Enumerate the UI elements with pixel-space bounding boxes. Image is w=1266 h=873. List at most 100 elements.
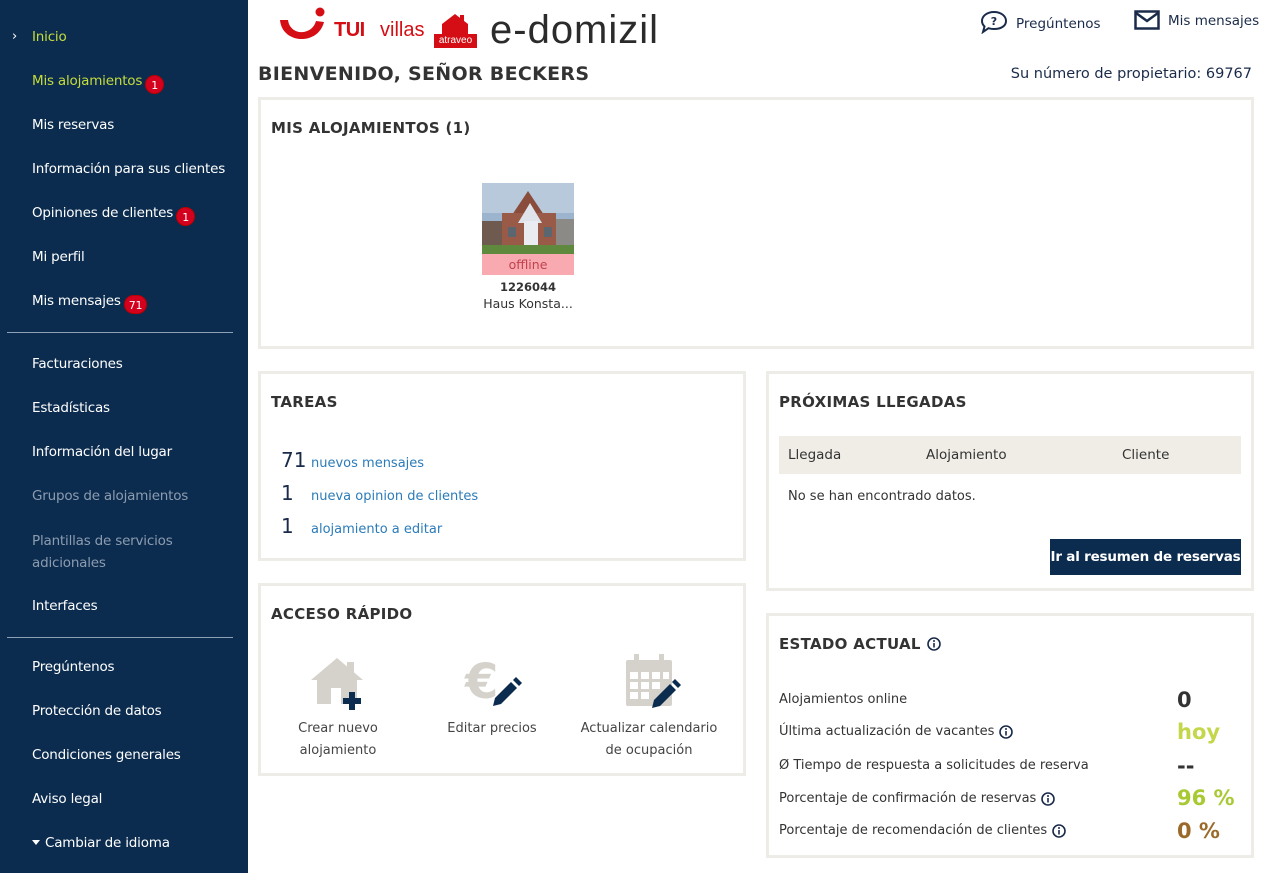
column-header-client: Cliente [1122,447,1170,463]
panel-title-text: ESTADO ACTUAL [779,635,921,653]
sidebar-item-inicio[interactable]: Inicio [32,29,67,45]
edomizil-logo: e-domizil [490,8,660,52]
sidebar-item-label: Aviso legal [32,791,103,807]
sidebar-item-label: Cambiar de idioma [45,835,170,851]
info-icon[interactable] [999,724,1014,739]
current-status-panel: ESTADO ACTUAL Alojamientos online 0 Últi… [766,613,1254,858]
status-row: Porcentaje de recomendación de clientes [779,823,1066,838]
sidebar-item-opiniones[interactable]: Opiniones de clientes 1 [32,205,196,226]
sidebar-item-grupos: Grupos de alojamientos [32,488,188,504]
update-calendar-button[interactable]: Actualizar calendario de ocupación [579,654,719,762]
chevron-right-icon: › [12,29,18,44]
task-row[interactable]: 71 nuevos mensajes [281,448,424,472]
atraveo-house-icon [442,14,468,36]
euro-edit-icon: € [464,654,522,710]
sidebar-item-mi-perfil[interactable]: Mi perfil [32,249,85,265]
panel-title: MIS ALOJAMIENTOS (1) [271,119,471,137]
task-link-edit-accommodation[interactable]: alojamiento a editar [311,522,442,537]
sidebar-item-label: Opiniones de clientes [32,205,174,221]
quick-access-label: Crear nuevo alojamiento [298,721,378,758]
brand-logos: TUI villas atraveo e-domizil [276,6,696,52]
calendar-edit-icon [626,654,681,708]
status-label: Última actualización de vacantes [779,724,995,739]
messages-label: Mis mensajes [1168,13,1260,29]
sidebar: › Inicio Mis alojamientos 1 Mis reservas … [0,0,248,873]
sidebar-divider [7,637,233,638]
sidebar-item-label: Mis reservas [32,117,115,133]
sidebar-item-mis-reservas[interactable]: Mis reservas [32,117,114,133]
sidebar-item-proteccion-datos[interactable]: Protección de datos [32,703,162,719]
info-icon[interactable] [926,637,941,651]
svg-text:?: ? [991,15,997,28]
sidebar-item-preguntenos[interactable]: Pregúntenos [32,659,115,675]
accommodation-id: 1226044 [499,280,556,294]
sidebar-item-label: Información del lugar [32,444,172,460]
tui-logo-text: TUI [334,19,365,41]
caret-down-icon [32,840,40,845]
panel-title: ESTADO ACTUAL [779,635,941,653]
sidebar-item-label: Información para sus clientes [32,161,226,177]
sidebar-item-label: Estadísticas [32,400,110,416]
task-count: 71 [281,448,307,472]
sidebar-item-label: Mis mensajes [32,293,121,309]
sidebar-item-informacion-lugar[interactable]: Información del lugar [32,444,172,460]
status-label: Porcentaje de confirmación de reservas [779,791,1037,806]
sidebar-item-informacion-clientes[interactable]: Información para sus clientes [32,161,225,177]
bookings-overview-button[interactable]: Ir al resumen de reservas [1050,539,1241,575]
sidebar-item-mis-alojamientos[interactable]: Mis alojamientos 1 [32,73,165,94]
villas-logo-text: villas [380,19,425,41]
sidebar-item-aviso-legal[interactable]: Aviso legal [32,791,102,807]
sidebar-item-label: Interfaces [32,598,98,614]
sidebar-item-label: Grupos de alojamientos [32,488,189,504]
sidebar-divider [7,332,233,333]
status-badge: offline [482,254,574,275]
sidebar-item-facturaciones[interactable]: Facturaciones [32,356,123,372]
language-switcher[interactable]: Cambiar de idioma [32,835,170,851]
notification-badge: 71 [123,295,148,314]
info-icon[interactable] [1052,823,1066,838]
task-link-new-messages[interactable]: nuevos mensajes [311,456,424,471]
sidebar-item-interfaces[interactable]: Interfaces [32,598,98,614]
page-title: BIENVENIDO, SEÑOR BECKERS [258,63,590,85]
sidebar-item-plantillas: Plantillas de servicios adicionales [32,530,222,574]
status-label: Ø Tiempo de respuesta a solicitudes de r… [779,758,1089,773]
atraveo-logo: atraveo [434,12,477,48]
column-header-accommodation: Alojamiento [926,447,1007,463]
status-row: Ø Tiempo de respuesta a solicitudes de r… [779,758,1089,773]
envelope-icon [1134,10,1160,30]
sidebar-item-estadisticas[interactable]: Estadísticas [32,400,110,416]
sidebar-item-label: Plantillas de servicios adicionales [32,533,173,571]
quick-access-panel: ACCESO RÁPIDO Crear nuevo alojamiento € … [258,583,746,776]
accommodation-photo [482,183,574,254]
sidebar-item-condiciones[interactable]: Condiciones generales [32,747,181,763]
notification-badge: 1 [145,75,165,94]
create-accommodation-button[interactable]: Crear nuevo alojamiento [283,654,393,762]
task-row[interactable]: 1 nueva opinion de clientes [281,481,478,505]
column-header-arrival: Llegada [788,447,842,463]
messages-link[interactable]: Mis mensajes [1134,10,1259,30]
status-label: Porcentaje de recomendación de clientes [779,823,1048,838]
sidebar-item-label: Mis alojamientos [32,73,143,89]
notification-badge: 1 [176,207,196,226]
accommodation-card[interactable]: offline 1226044 Haus Konsta... [482,183,574,311]
status-value: 0 % [1177,819,1220,843]
accommodation-name: Haus Konsta... [483,296,573,311]
svg-text:€: € [464,654,498,710]
sidebar-item-mis-mensajes[interactable]: Mis mensajes 71 [32,293,148,314]
arrivals-panel: PRÓXIMAS LLEGADAS Llegada Alojamiento Cl… [766,371,1254,591]
sidebar-item-label: Inicio [32,29,67,45]
status-row: Alojamientos online [779,692,907,707]
status-value: 96 % [1177,786,1235,810]
panel-title: ACCESO RÁPIDO [271,605,413,623]
sidebar-item-label: Condiciones generales [32,747,181,763]
task-link-new-review[interactable]: nueva opinion de clientes [311,489,478,504]
quick-access-label: Actualizar calendario de ocupación [580,721,718,758]
tui-smile-logo [280,7,325,40]
ask-link[interactable]: ? Pregúntenos [980,10,1101,34]
edit-prices-button[interactable]: € Editar precios [442,654,542,740]
question-bubble-icon: ? [980,10,1008,34]
status-value: -- [1177,754,1195,778]
info-icon[interactable] [1041,791,1056,806]
sidebar-item-label: Pregúntenos [32,659,115,675]
task-row[interactable]: 1 alojamiento a editar [281,514,442,538]
